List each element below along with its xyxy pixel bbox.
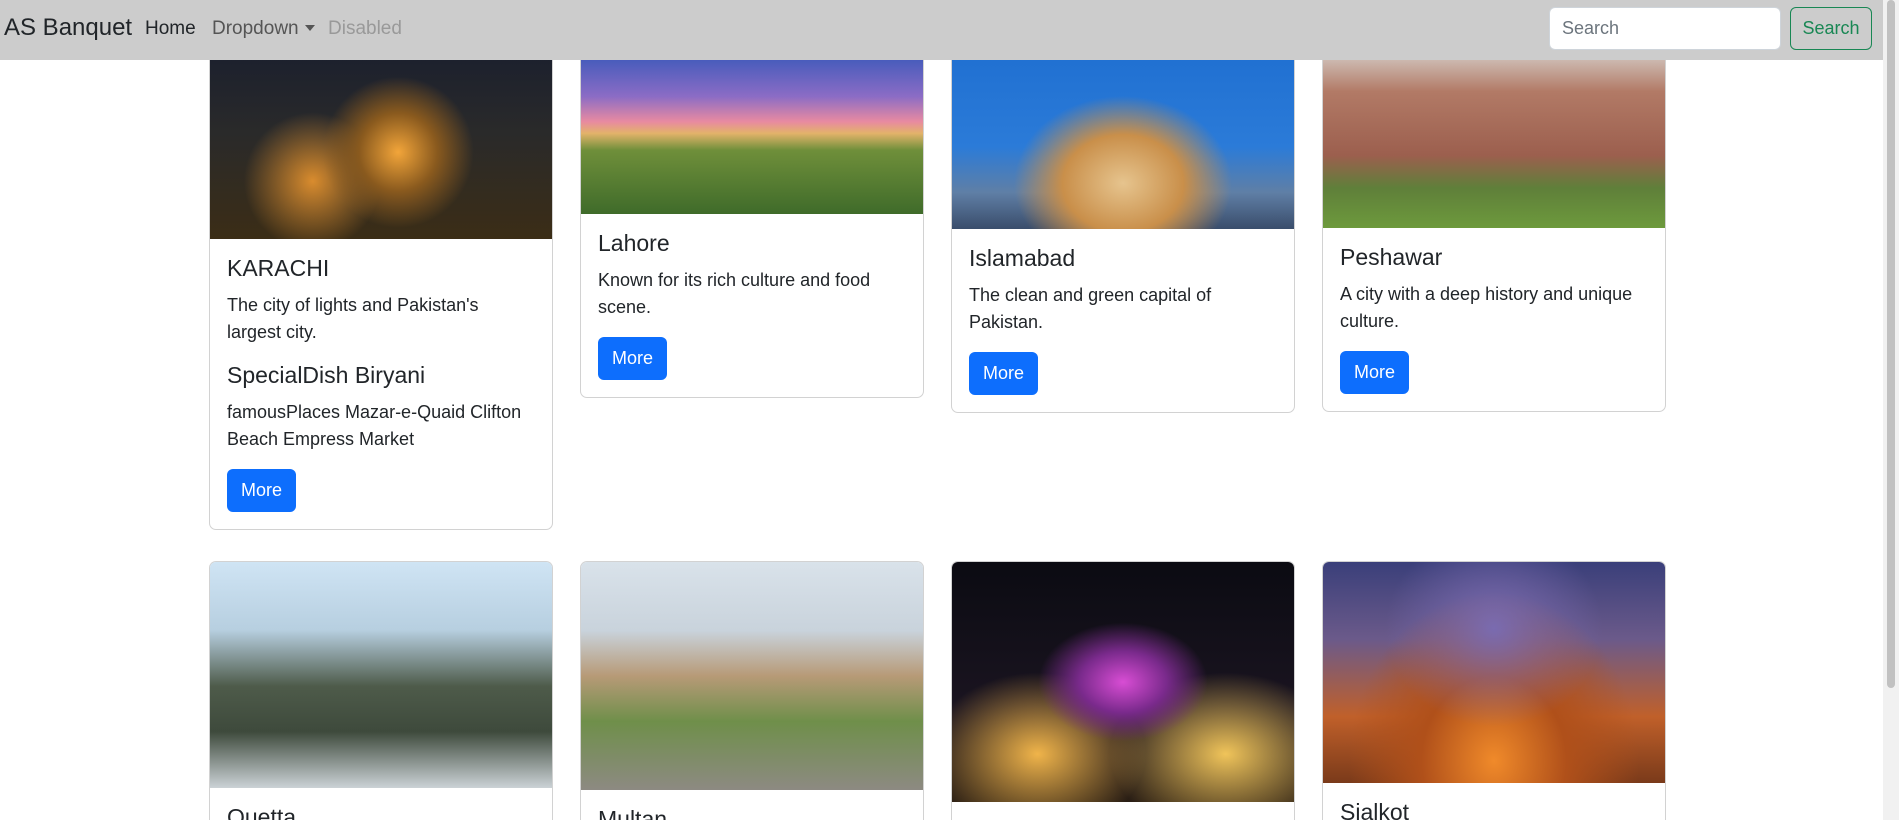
special-dish-heading: SpecialDish Biryani — [227, 362, 426, 388]
city-card-lahore: Lahore Known for its rich culture and fo… — [580, 45, 924, 398]
card-body: Lahore Known for its rich culture and fo… — [581, 214, 923, 397]
nav-link-dropdown[interactable]: Dropdown — [212, 18, 315, 40]
nav-dropdown-label: Dropdown — [212, 18, 299, 39]
card-body: Sialkot — [1323, 783, 1665, 820]
more-button[interactable]: More — [969, 352, 1039, 395]
card-title: Quetta — [227, 804, 297, 820]
city-card-clock-tower — [951, 561, 1295, 820]
card-image-clock-tower — [952, 562, 1294, 802]
card-text: The city of lights and Pakistan's larges… — [227, 295, 479, 342]
more-button[interactable]: More — [598, 337, 668, 380]
brand-logo-text[interactable]: AS Banquet — [4, 14, 132, 42]
card-title: Lahore — [598, 230, 670, 256]
card-body — [952, 802, 1294, 820]
famous-places-text: famousPlaces Mazar-e-Quaid Clifton Beach… — [227, 402, 522, 449]
scrollbar-thumb[interactable] — [1887, 0, 1895, 688]
card-image-lahore — [581, 46, 923, 214]
card-title: Peshawar — [1340, 244, 1443, 270]
card-title: Islamabad — [969, 245, 1076, 271]
city-card-peshawar: Peshawar A city with a deep history and … — [1322, 45, 1666, 412]
more-button[interactable]: More — [1340, 351, 1410, 394]
card-image-karachi — [210, 46, 552, 239]
card-image-quetta — [210, 562, 552, 788]
city-card-islamabad: Islamabad The clean and green capital of… — [951, 45, 1295, 413]
city-card-karachi: KARACHI The city of lights and Pakistan'… — [209, 45, 553, 530]
card-title: KARACHI — [227, 255, 330, 281]
card-title: Sialkot — [1340, 799, 1410, 820]
city-card-multan: Multan — [580, 561, 924, 820]
city-card-quetta: Quetta — [209, 561, 553, 820]
card-title: Multan — [598, 806, 668, 820]
search-button[interactable]: Search — [1790, 7, 1872, 50]
top-navbar: AS Banquet Home Dropdown Disabled Search — [0, 0, 1883, 60]
nav-link-home[interactable]: Home — [145, 18, 196, 40]
card-image-multan — [581, 562, 923, 790]
search-input[interactable] — [1549, 7, 1781, 50]
caret-down-icon — [304, 25, 315, 31]
nav-link-disabled: Disabled — [328, 18, 402, 39]
card-body: Peshawar A city with a deep history and … — [1323, 228, 1665, 411]
vertical-scrollbar[interactable] — [1883, 0, 1899, 820]
card-image-sialkot — [1323, 562, 1665, 783]
card-body: Quetta — [210, 788, 552, 820]
card-body: Islamabad The clean and green capital of… — [952, 229, 1294, 412]
city-card-sialkot: Sialkot — [1322, 561, 1666, 820]
card-body: Multan — [581, 790, 923, 820]
card-text: A city with a deep history and unique cu… — [1340, 284, 1633, 331]
card-image-islamabad — [952, 46, 1294, 229]
card-text: The clean and green capital of Pakistan. — [969, 285, 1212, 332]
card-body: KARACHI The city of lights and Pakistan'… — [210, 239, 552, 529]
more-button[interactable]: More — [227, 469, 297, 512]
card-image-peshawar — [1323, 46, 1665, 228]
card-text: Known for its rich culture and food scen… — [598, 270, 871, 317]
